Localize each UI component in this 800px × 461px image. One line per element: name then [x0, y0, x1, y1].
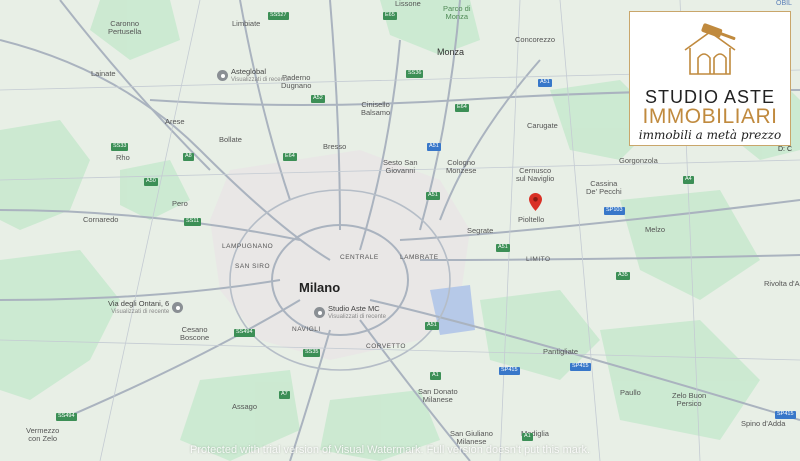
place-label: Rho	[116, 153, 130, 162]
road-shield: E64	[283, 153, 297, 161]
place-label: Sesto San Giovanni	[383, 158, 418, 176]
road-shield: A51	[496, 244, 510, 252]
road-shield: SS36	[406, 70, 424, 78]
district-label: NAVIGLI	[292, 326, 321, 333]
place-label: Assago	[232, 402, 258, 411]
place-label: Zelo Buon Persico	[672, 391, 707, 409]
place-label: Monza	[437, 47, 465, 57]
road-shield: SS527	[268, 12, 289, 20]
place-label: Cologno Monzese	[446, 158, 477, 176]
place-label: Lissone	[395, 0, 421, 8]
place-label: Carugate	[527, 121, 558, 130]
road-shield: A4	[683, 176, 694, 184]
district-label: CORVETTO	[366, 343, 406, 350]
poi-asteglobal[interactable]: Asteglobal Visualizzati di recente	[217, 67, 289, 84]
road-shield: SP415	[499, 367, 520, 375]
place-label: Lainate	[91, 69, 116, 78]
place-label: Caronno Pertusella	[108, 19, 142, 37]
place-label: Rivolta d'Ad	[764, 279, 800, 288]
corner-label: OBIL	[776, 0, 792, 7]
poi-subtitle: Visualizzati di recente	[111, 308, 170, 315]
corner-label: D: C	[778, 146, 792, 153]
road-shield: SS494	[234, 329, 255, 337]
road-shield: A8	[183, 153, 194, 161]
place-label: Segrate	[467, 226, 494, 235]
road-shield: A50	[144, 178, 158, 186]
place-label: Pero	[172, 199, 188, 208]
place-label: Spino d'Adda	[741, 419, 786, 428]
road-shield: SP415	[570, 363, 591, 371]
road-shield: SS33	[111, 143, 129, 151]
poi-name: Via degli Ontani, 6	[108, 299, 170, 308]
logo-tagline: immobili a metà prezzo	[638, 128, 782, 142]
studio-aste-logo: STUDIO ASTE IMMOBILIARI immobili a metà …	[629, 11, 791, 146]
poi-studio-aste-mc[interactable]: Studio Aste MC Visualizzati di recente	[314, 304, 386, 321]
district-label: SAN SIRO	[235, 263, 271, 270]
poi-subtitle: Visualizzati di recente	[328, 313, 386, 320]
road-shield: SP103	[604, 207, 625, 215]
location-icon	[217, 70, 228, 82]
place-label: Vermezzo con Zelo	[26, 426, 60, 444]
district-label: LAMBRATE	[400, 254, 439, 261]
place-label: Bollate	[219, 135, 242, 144]
road-shield: E64	[455, 104, 469, 112]
road-shield: SS494	[56, 413, 77, 421]
road-shield: SS11	[184, 218, 202, 226]
place-label: Cinisello Balsamo	[361, 100, 391, 118]
road-shield: A52	[311, 95, 325, 103]
place-label: Arese	[165, 117, 185, 126]
place-label: Paullo	[620, 388, 641, 397]
place-label: Bresso	[323, 142, 347, 151]
district-label: LAMPUGNANO	[222, 243, 274, 250]
place-label: Limbiate	[232, 19, 261, 28]
district-label: CENTRALE	[340, 254, 379, 261]
place-label: Pioltello	[518, 215, 545, 224]
road-shield: E65	[383, 12, 397, 20]
road-shield: A51	[425, 322, 439, 330]
road-shield: A35	[616, 272, 630, 280]
poi-subtitle: Visualizzati di recente	[231, 76, 289, 83]
poi-name: Asteglobal	[231, 67, 267, 76]
district-label: LIMITO	[526, 256, 551, 263]
place-label: Pantigliate	[543, 347, 579, 356]
watermark-text: Protected with trial version of Visual W…	[190, 444, 591, 456]
location-icon	[314, 307, 325, 319]
place-label: Melzo	[645, 225, 666, 234]
road-shield: A51	[426, 192, 440, 200]
road-shield: A51	[538, 79, 552, 87]
place-label: Concorezzo	[515, 35, 556, 44]
map-canvas[interactable]: Caronno Pertusella Limbiate Lissone Parc…	[0, 0, 800, 461]
logo-line2: IMMOBILIARI	[642, 105, 778, 128]
road-shield: A1	[522, 433, 533, 441]
park-label: Parco di Monza	[443, 4, 471, 22]
place-label: Cornaredo	[83, 215, 119, 224]
map-pin-icon[interactable]	[529, 193, 542, 211]
location-icon	[172, 302, 184, 314]
place-label: San Donato Milanese	[418, 387, 458, 405]
road-shield: A7	[279, 391, 290, 399]
road-shield: SP415	[775, 411, 796, 419]
place-label: Cesano Boscone	[180, 325, 210, 343]
place-label: Cassina De' Pecchi	[586, 179, 622, 197]
place-label: Gorgonzola	[619, 156, 658, 165]
poi-name: Studio Aste MC	[328, 304, 380, 313]
road-shield: SS35	[303, 349, 321, 357]
poi-via-ontani[interactable]: Via degli Ontani, 6 Visualizzati di recen…	[108, 299, 184, 316]
city-label-milano: Milano	[299, 280, 341, 295]
place-label: Cernusco sul Naviglio	[516, 166, 555, 184]
gavel-house-icon	[684, 23, 736, 75]
road-shield: A1	[430, 372, 441, 380]
road-shield: A51	[427, 143, 441, 151]
